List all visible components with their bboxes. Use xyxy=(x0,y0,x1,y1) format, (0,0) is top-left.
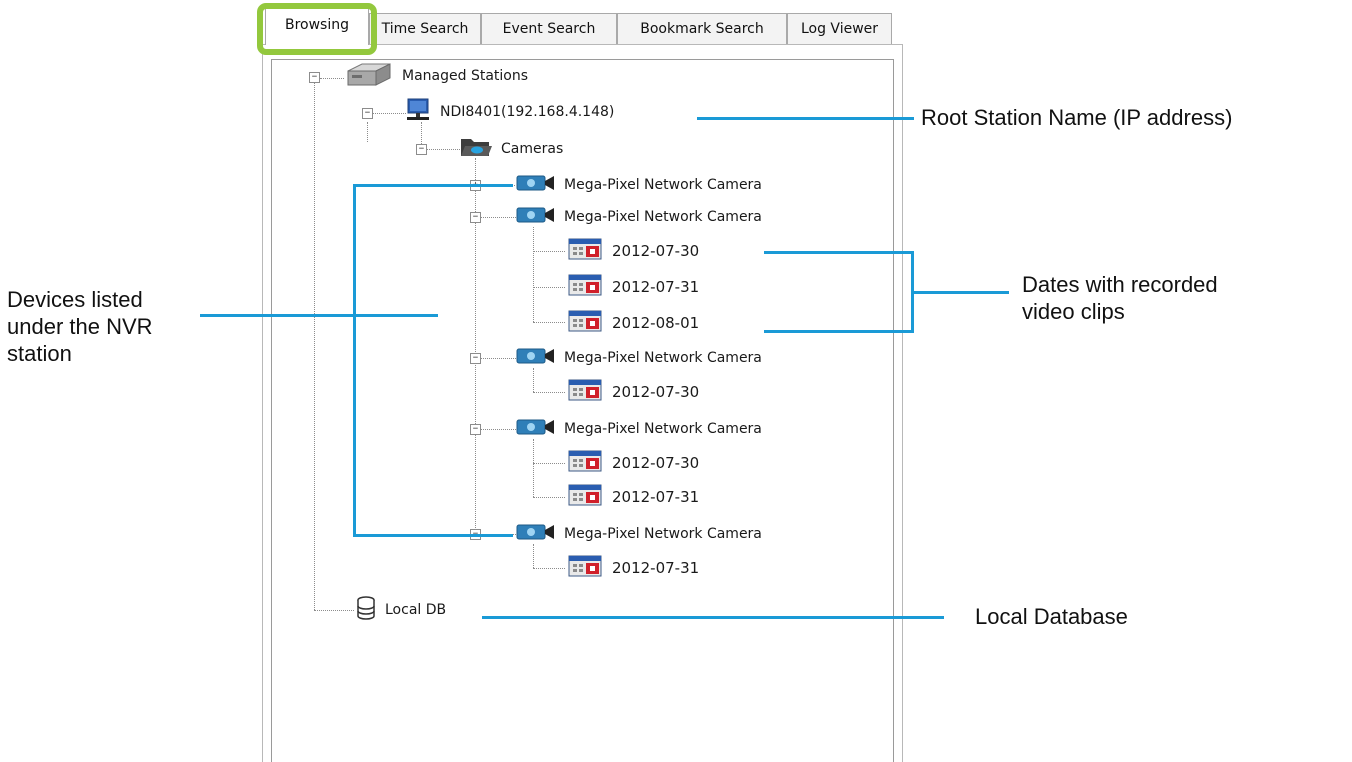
tree-node-local-db[interactable]: Local DB xyxy=(355,596,446,621)
camera-icon xyxy=(516,205,556,229)
callout-line-devices xyxy=(200,314,438,317)
callout-line-root-station xyxy=(697,117,914,120)
calendar-icon xyxy=(566,309,604,337)
tab-bookmark-search[interactable]: Bookmark Search xyxy=(617,13,787,44)
tree-connector xyxy=(533,287,565,288)
tree-connector xyxy=(533,322,565,323)
camera-icon xyxy=(516,346,556,370)
camera-icon xyxy=(516,173,556,197)
tree-connector xyxy=(533,497,565,498)
collapse-toggle[interactable]: − xyxy=(470,424,481,435)
tree-node-cameras-folder[interactable]: Cameras xyxy=(459,138,563,160)
annotation-dates: Dates with recorded video clips xyxy=(1022,272,1218,324)
tree-connector xyxy=(480,429,516,430)
callout-line-devices xyxy=(353,184,356,537)
calendar-icon xyxy=(566,237,604,265)
calendar-icon xyxy=(566,483,604,511)
calendar-icon xyxy=(566,378,604,406)
camera-icon xyxy=(516,522,556,546)
callout-line-local-db xyxy=(482,616,944,619)
annotation-root-station: Root Station Name (IP address) xyxy=(921,105,1233,130)
tree-node-camera[interactable]: Mega-Pixel Network Camera xyxy=(516,523,762,545)
tree-connector xyxy=(533,392,565,393)
tree-view xyxy=(271,59,894,762)
calendar-icon xyxy=(566,449,604,477)
tree-connector xyxy=(367,122,368,142)
calendar-icon xyxy=(566,273,604,301)
tab-log-viewer[interactable]: Log Viewer xyxy=(787,13,892,44)
tree-connector xyxy=(314,82,315,610)
tree-connector xyxy=(533,251,565,252)
callout-line-devices xyxy=(353,184,513,187)
tree-node-camera[interactable]: Mega-Pixel Network Camera xyxy=(516,174,762,196)
tree-connector xyxy=(426,149,460,150)
annotation-local-db: Local Database xyxy=(975,604,1128,629)
tree-node-date[interactable]: 2012-07-30 xyxy=(566,449,699,477)
tree-connector xyxy=(480,217,516,218)
tree-node-station[interactable]: NDI8401(192.168.4.148) xyxy=(404,98,614,123)
collapse-toggle[interactable]: − xyxy=(362,108,373,119)
folder-icon xyxy=(459,135,493,163)
active-tab-highlight xyxy=(257,3,377,55)
tree-connector xyxy=(533,544,534,568)
tab-event-search[interactable]: Event Search xyxy=(481,13,617,44)
tree-node-date[interactable]: 2012-07-30 xyxy=(566,378,699,406)
camera-icon xyxy=(516,417,556,441)
callout-line-devices xyxy=(353,534,513,537)
tree-node-managed-stations[interactable]: Managed Stations xyxy=(344,63,528,87)
collapse-toggle[interactable]: − xyxy=(470,353,481,364)
tree-node-date[interactable]: 2012-08-01 xyxy=(566,309,699,337)
tree-connector xyxy=(320,78,344,79)
tree-connector xyxy=(480,358,516,359)
tree-connector xyxy=(372,113,406,114)
tree-connector xyxy=(533,368,534,392)
server-icon xyxy=(344,61,394,91)
callout-line-dates xyxy=(911,291,1009,294)
computer-icon xyxy=(404,97,432,127)
tree-connector xyxy=(533,227,534,322)
tree-node-date[interactable]: 2012-07-31 xyxy=(566,273,699,301)
tree-node-date[interactable]: 2012-07-31 xyxy=(566,554,699,582)
tree-node-date[interactable]: 2012-07-31 xyxy=(566,483,699,511)
tree-node-camera[interactable]: Mega-Pixel Network Camera xyxy=(516,206,762,228)
tree-connector xyxy=(533,463,565,464)
tree-node-camera[interactable]: Mega-Pixel Network Camera xyxy=(516,418,762,440)
collapse-toggle[interactable]: − xyxy=(309,72,320,83)
tree-node-date[interactable]: 2012-07-30 xyxy=(566,237,699,265)
tree-connector xyxy=(533,568,565,569)
calendar-icon xyxy=(566,554,604,582)
annotation-devices: Devices listed under the NVR station xyxy=(7,287,153,366)
tree-connector xyxy=(533,439,534,497)
database-icon xyxy=(355,595,377,625)
collapse-toggle[interactable]: − xyxy=(470,212,481,223)
tab-time-search[interactable]: Time Search xyxy=(369,13,481,44)
tree-node-camera[interactable]: Mega-Pixel Network Camera xyxy=(516,347,762,369)
callout-line-dates xyxy=(764,251,914,254)
collapse-toggle[interactable]: − xyxy=(416,144,427,155)
callout-line-dates xyxy=(764,330,914,333)
tree-connector xyxy=(314,610,354,611)
